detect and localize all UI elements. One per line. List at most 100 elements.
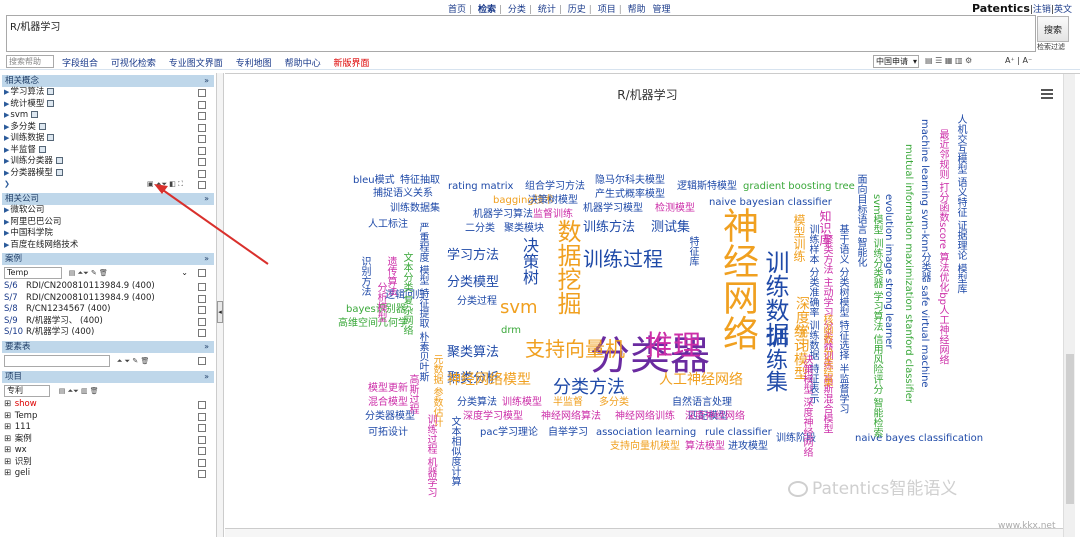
cloud-word[interactable]: 支持向量机模型	[610, 442, 680, 452]
cloud-word[interactable]: 基于语义 分类树模型 特征选择 半监督学习	[837, 224, 848, 414]
checkbox[interactable]	[198, 294, 206, 303]
collapse-arrow-icon[interactable]: ◂	[217, 301, 223, 323]
checkbox[interactable]	[198, 357, 206, 365]
checkbox[interactable]	[198, 135, 206, 143]
checkbox[interactable]	[198, 269, 206, 277]
cloud-word[interactable]: 进攻模型	[728, 442, 768, 452]
cloud-word[interactable]: 最近邻规则 打分函数score 算法优化bp人工神经网络	[937, 129, 948, 365]
company-item[interactable]: ▶微软公司	[2, 205, 214, 217]
checkbox[interactable]	[198, 329, 206, 337]
element-input[interactable]	[4, 354, 110, 367]
cloud-word[interactable]: 深度神经网络	[685, 412, 745, 422]
cloud-word[interactable]: rule classifier	[705, 428, 772, 438]
concept-item[interactable]: ▶半监督	[2, 145, 214, 157]
cloud-word[interactable]: 严重程度 模型 特征提取 朴素贝叶斯	[417, 222, 428, 382]
checkbox[interactable]	[198, 283, 206, 291]
cloud-word[interactable]: 推理	[645, 332, 701, 360]
cloud-word[interactable]: 文本相似度计算	[449, 416, 460, 486]
cloud-word[interactable]: 特征库	[687, 236, 698, 266]
cloud-word[interactable]: 隐马尔科夫模型	[595, 176, 665, 186]
cloud-word[interactable]: 人工神经网络	[659, 373, 743, 387]
case-select[interactable]: Temp	[4, 266, 62, 279]
checkbox[interactable]	[198, 146, 206, 155]
more-chevron-icon[interactable]: ❯	[4, 180, 10, 188]
project-item[interactable]: ⊞ show	[2, 399, 214, 411]
cloud-word[interactable]: 决策树	[520, 237, 539, 285]
cloud-word[interactable]: 面向目标语言 智能化	[855, 174, 866, 267]
cloud-word[interactable]: 捕捉语义关系	[373, 189, 433, 199]
logout-link[interactable]: 注销	[1033, 5, 1051, 15]
checkbox[interactable]	[198, 158, 206, 166]
concepts-header[interactable]: 相关概念»	[2, 75, 214, 87]
companies-header[interactable]: 相关公司»	[2, 193, 214, 205]
case-item[interactable]: S/10 R/机器学习 (400)	[2, 327, 214, 339]
concept-action-icons[interactable]: ▣ ⏶⏷ ◧ ⛶	[147, 179, 183, 191]
cloud-word[interactable]: 检测模型	[655, 204, 695, 214]
cloud-word[interactable]: 训练过程	[583, 249, 663, 269]
checkbox[interactable]	[198, 306, 206, 314]
concept-item[interactable]: ▶多分类	[2, 122, 214, 134]
collapse-icon[interactable]: »	[204, 75, 209, 87]
pro-ui-link[interactable]: 专业图文界面	[169, 59, 223, 69]
doc-icon[interactable]: ▤	[925, 56, 933, 65]
patent-map-link[interactable]: 专利地图	[236, 59, 272, 69]
help-search-input[interactable]: 搜索帮助	[6, 55, 54, 68]
project-item[interactable]: ⊞ wx	[2, 445, 214, 457]
cloud-word[interactable]: evolution image strong learner	[883, 194, 894, 349]
panel-splitter[interactable]: ◂	[216, 73, 224, 537]
search-button[interactable]: 搜索	[1037, 16, 1069, 42]
checkbox[interactable]	[198, 100, 206, 109]
nav-search[interactable]: 检索	[478, 5, 496, 15]
concept-item[interactable]: ▶训练数据	[2, 133, 214, 145]
case-item[interactable]: S/6 RDI/CN200810113984.9 (400)	[2, 281, 214, 293]
cloud-word[interactable]: 高维空间几何学	[338, 319, 408, 329]
cloud-word[interactable]: 分类方法	[553, 379, 625, 397]
cloud-word[interactable]: machine learning svm-knn分类器 safe virtual…	[919, 119, 930, 388]
case-item[interactable]: S/7 RDI/CN200810113984.9 (400)	[2, 293, 214, 305]
cloud-word[interactable]: 测试集	[651, 221, 690, 234]
cloud-word[interactable]: 监督训练	[533, 210, 573, 220]
cloud-word[interactable]: 分析模型	[375, 282, 386, 322]
cloud-word[interactable]: 二分类	[465, 224, 495, 234]
cloud-word[interactable]: 聚类模块	[504, 224, 544, 234]
nav-admin[interactable]: 管理	[653, 5, 671, 15]
company-item[interactable]: ▶阿里巴巴公司	[2, 217, 214, 229]
cloud-word[interactable]: 聚类算法	[447, 346, 499, 359]
cloud-word[interactable]: 产生式概率模型	[595, 190, 665, 200]
language-link[interactable]: 英文	[1054, 5, 1072, 15]
checkbox[interactable]	[198, 317, 206, 326]
font-larger-button[interactable]: A⁺	[1005, 56, 1015, 65]
cloud-word[interactable]: 训练集	[762, 326, 787, 392]
collapse-icon[interactable]: »	[204, 371, 209, 383]
projects-header[interactable]: 项目»	[2, 371, 214, 383]
cloud-word[interactable]: 模型更新	[368, 384, 408, 394]
cloud-word[interactable]: 组合学习方法	[525, 182, 585, 192]
collapse-icon[interactable]: »	[204, 253, 209, 265]
cloud-word[interactable]: 决策树模型	[528, 196, 578, 206]
concept-item[interactable]: ▶统计模型	[2, 99, 214, 111]
company-item[interactable]: ▶中国科学院	[2, 228, 214, 240]
cloud-word[interactable]: 可拓设计	[368, 428, 408, 438]
cloud-word[interactable]: 自然语言处理	[672, 398, 732, 408]
checkbox[interactable]	[198, 435, 206, 444]
cloud-word[interactable]: association learning	[596, 428, 696, 438]
cloud-word[interactable]: 机器学习算法	[473, 210, 533, 220]
cloud-word[interactable]: 遗传算法	[385, 256, 396, 296]
project-item[interactable]: ⊞ 识别	[2, 457, 214, 469]
cloud-word[interactable]: 分类算法	[457, 398, 497, 408]
project-item[interactable]: ⊞ 111	[2, 422, 214, 434]
nav-help[interactable]: 帮助	[628, 5, 646, 15]
cloud-word[interactable]: naive bayesian classifier	[709, 198, 832, 208]
cloud-word[interactable]: 人工标注	[368, 220, 408, 230]
cloud-word[interactable]: 逻辑斯特模型	[677, 182, 737, 192]
concept-item[interactable]: ▶svm	[2, 110, 214, 122]
grid-icon[interactable]: ▦	[945, 56, 953, 65]
cloud-word[interactable]: svm	[500, 299, 538, 317]
checkbox[interactable]	[198, 169, 206, 178]
scroll-thumb[interactable]	[1066, 354, 1074, 504]
cloud-word[interactable]: 分类过程	[457, 297, 497, 307]
cloud-word[interactable]: mutual information maximization stanford…	[903, 144, 914, 403]
cloud-word[interactable]: 模型训练	[792, 214, 806, 262]
list-icon[interactable]: ☰	[935, 56, 942, 65]
project-item[interactable]: ⊞ 案例	[2, 434, 214, 446]
